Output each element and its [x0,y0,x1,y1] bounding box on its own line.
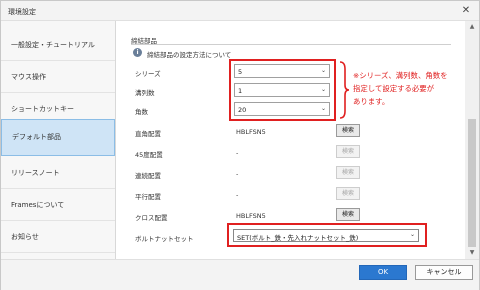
sidebar-item-about[interactable]: Framesについて [1,189,115,221]
continuous-value: - [236,170,239,178]
sidebar-item-default-parts[interactable]: デフォルト部品 [1,119,115,156]
sidebar-item-mouse[interactable]: マウス操作 [1,61,115,93]
window-title: 環境設定 [8,8,36,16]
right-angle-label: 直角配置 [135,130,161,138]
info-icon: i [133,48,142,57]
ok-button[interactable]: OK [359,265,407,280]
annotation-line-1: ※シリーズ、溝列数、角数を [353,71,448,80]
cross-search-button[interactable]: 検索 [336,208,360,221]
info-link-text: 締結部品の設定方法について [147,51,232,59]
cancel-button[interactable]: キャンセル [415,265,473,280]
right-angle-value: HBLFSN5 [236,128,266,136]
sidebar-item-release-notes[interactable]: リリースノート [1,157,115,189]
annotation-line-2: 指定して設定する必要が [353,84,435,93]
title-bar: 環境設定 ✕ [1,1,479,21]
scroll-up-icon[interactable]: ▲ [465,21,479,33]
bolt-nut-set-label: ボルトナットセット [135,235,194,243]
section-divider [131,44,451,45]
angle-label: 角数 [135,108,148,116]
close-icon[interactable]: ✕ [459,4,473,18]
settings-content: 締結部品 i 締結部品の設定方法について シリーズ 5 ⌄ 溝列数 1 ⌄ 角数… [117,21,465,259]
deg45-label: 45度配置 [135,151,163,159]
parallel-label: 平行配置 [135,193,161,201]
highlight-box-selects [229,59,336,121]
annotation-note: ※シリーズ、溝列数、角数を 指定して設定する必要が あります。 [353,69,465,108]
cross-label: クロス配置 [135,214,168,222]
dialog-footer: OK キャンセル [1,259,479,290]
cross-value: HBLFSN5 [236,212,266,220]
scroll-down-icon[interactable]: ▼ [465,247,479,259]
parallel-search-button[interactable]: 検索 [336,187,360,200]
series-label: シリーズ [135,70,161,78]
settings-window: 環境設定 ✕ 一般設定・チュートリアル マウス操作 ショートカットキー デフォル… [0,0,480,290]
groove-count-label: 溝列数 [135,89,155,97]
bolt-nut-set-select[interactable]: SET(ボルト_鉄・先入れナットセット_鉄) ⌄ [233,229,419,242]
sidebar: 一般設定・チュートリアル マウス操作 ショートカットキー デフォルト部品 リリー… [1,21,116,269]
parallel-value: - [236,191,239,199]
bolt-nut-set-value: SET(ボルト_鉄・先入れナットセット_鉄) [237,234,359,242]
sidebar-item-general[interactable]: 一般設定・チュートリアル [1,29,115,61]
vertical-scrollbar[interactable]: ▲ ▼ [465,21,479,259]
deg45-value: - [236,149,239,157]
brace-icon [339,61,350,119]
chevron-down-icon: ⌄ [409,231,415,238]
continuous-label: 連続配置 [135,172,161,180]
annotation-line-3: あります。 [353,97,390,106]
continuous-search-button[interactable]: 検索 [336,166,360,179]
right-angle-search-button[interactable]: 検索 [336,124,360,137]
deg45-search-button[interactable]: 検索 [336,145,360,158]
scrollbar-thumb[interactable] [468,119,476,247]
